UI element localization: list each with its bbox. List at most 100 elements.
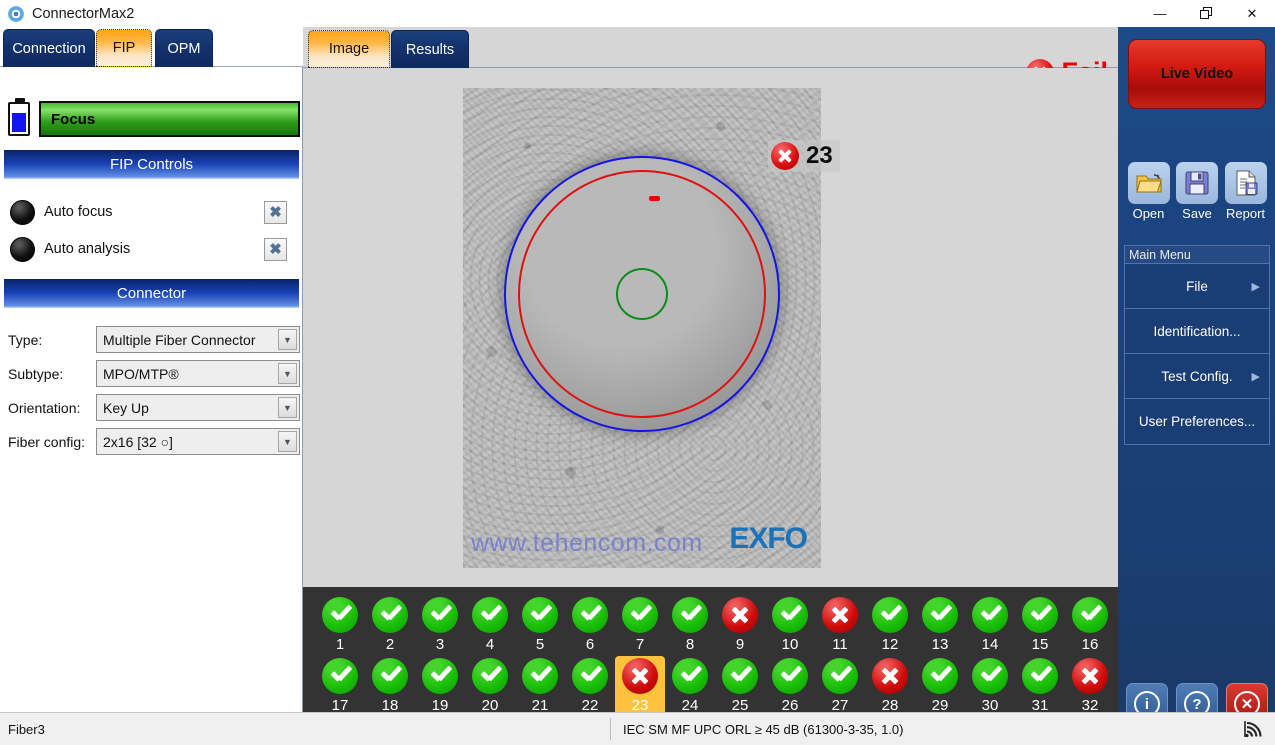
connector-header: Connector: [4, 279, 299, 308]
connector-orientation-select[interactable]: Key Up ▼: [96, 394, 300, 421]
fiber-cell-number: 7: [635, 636, 645, 653]
close-icon[interactable]: ✕: [1229, 0, 1275, 27]
connector-type-row: Type: Multiple Fiber Connector ▼: [8, 324, 300, 355]
menu-item-test-config[interactable]: Test Config. ▶: [1125, 354, 1269, 399]
menu-item-file[interactable]: File ▶: [1125, 264, 1269, 309]
auto-focus-led-icon: [10, 199, 35, 225]
fiber-cell-28[interactable]: 28: [865, 656, 915, 717]
fiber-cell-31[interactable]: 31: [1015, 656, 1065, 717]
chevron-down-icon[interactable]: ▼: [278, 397, 297, 418]
fiber-cell-number: 8: [685, 636, 695, 653]
tab-image[interactable]: Image: [308, 30, 390, 68]
fiber-cell-number: 15: [1031, 636, 1049, 653]
fiber-image-area[interactable]: www.tehencom.com EXFO 23: [303, 68, 1118, 587]
fiber-cell-8[interactable]: 8: [665, 595, 715, 656]
floppy-disk-icon: [1176, 162, 1218, 204]
fiber-cell-14[interactable]: 14: [965, 595, 1015, 656]
minimize-icon[interactable]: —: [1137, 0, 1183, 27]
menu-item-user-preferences[interactable]: User Preferences...: [1125, 399, 1269, 444]
chevron-down-icon[interactable]: ▼: [278, 329, 297, 350]
menu-item-identification[interactable]: Identification...: [1125, 309, 1269, 354]
fiber-cell-27[interactable]: 27: [815, 656, 865, 717]
menu-item-file-label: File: [1186, 278, 1208, 294]
fiber-cell-30[interactable]: 30: [965, 656, 1015, 717]
tab-opm[interactable]: OPM: [155, 29, 213, 67]
pass-check-icon: [422, 597, 458, 633]
fiber-cell-20[interactable]: 20: [465, 656, 515, 717]
open-button[interactable]: Open: [1126, 162, 1171, 221]
open-label: Open: [1132, 206, 1165, 221]
pass-check-icon: [872, 597, 908, 633]
restore-icon[interactable]: [1183, 0, 1229, 27]
fiber-cell-number: 12: [881, 636, 899, 653]
connector-subtype-value: MPO/MTP®: [103, 365, 179, 382]
connector-orientation-row: Orientation: Key Up ▼: [8, 392, 300, 423]
fiber-cell-24[interactable]: 24: [665, 656, 715, 717]
pass-check-icon: [822, 658, 858, 694]
fiber-cell-7[interactable]: 7: [615, 595, 665, 656]
fiber-cell-10[interactable]: 10: [765, 595, 815, 656]
fiber-cell-2[interactable]: 2: [365, 595, 415, 656]
fiber-cell-29[interactable]: 29: [915, 656, 965, 717]
connector-orientation-value: Key Up: [103, 399, 149, 416]
fiber-cell-25[interactable]: 25: [715, 656, 765, 717]
fiber-cell-6[interactable]: 6: [565, 595, 615, 656]
fiber-cell-16[interactable]: 16: [1065, 595, 1115, 656]
fiber-config-select[interactable]: 2x16 [32 ○] ▼: [96, 428, 300, 455]
live-video-button[interactable]: Live Video: [1128, 39, 1266, 109]
auto-analysis-close-icon[interactable]: ✖: [264, 237, 287, 261]
auto-focus-close-icon[interactable]: ✖: [264, 200, 287, 224]
fail-x-icon: [1072, 658, 1108, 694]
center-tab-bar: Image Results Fail: [303, 27, 1118, 87]
pass-check-icon: [572, 597, 608, 633]
fiber-cell-18[interactable]: 18: [365, 656, 415, 717]
fiber-cell-3[interactable]: 3: [415, 595, 465, 656]
pass-check-icon: [672, 597, 708, 633]
fiber-cell-22[interactable]: 22: [565, 656, 615, 717]
signal-icon[interactable]: [1231, 719, 1275, 739]
fiber-cell-32[interactable]: 32: [1065, 656, 1115, 717]
fiber-cell-15[interactable]: 15: [1015, 595, 1065, 656]
fiber-cell-12[interactable]: 12: [865, 595, 915, 656]
fiber-cell-11[interactable]: 11: [815, 595, 865, 656]
pass-check-icon: [622, 597, 658, 633]
title-bar: ConnectorMax2 — ✕: [0, 0, 1275, 27]
tab-fip[interactable]: FIP: [96, 29, 152, 67]
report-button[interactable]: Report: [1223, 162, 1268, 221]
fiber-cell-5[interactable]: 5: [515, 595, 565, 656]
focus-bar: Focus: [39, 101, 300, 137]
connector-type-select[interactable]: Multiple Fiber Connector ▼: [96, 326, 300, 353]
pass-check-icon: [972, 597, 1008, 633]
fiber-cell-13[interactable]: 13: [915, 595, 965, 656]
tab-connection[interactable]: Connection: [3, 29, 95, 67]
fiber-cell-21[interactable]: 21: [515, 656, 565, 717]
main-menu-header: Main Menu: [1124, 245, 1270, 263]
fiber-cell-1[interactable]: 1: [315, 595, 365, 656]
menu-item-identification-label: Identification...: [1153, 323, 1241, 339]
pass-check-icon: [722, 658, 758, 694]
connector-type-label: Type:: [8, 331, 43, 348]
fiber-cell-4[interactable]: 4: [465, 595, 515, 656]
fiber-cell-26[interactable]: 26: [765, 656, 815, 717]
window-title: ConnectorMax2: [32, 5, 135, 22]
pass-check-icon: [472, 597, 508, 633]
tab-results[interactable]: Results: [391, 30, 469, 68]
menu-item-test-config-label: Test Config.: [1161, 368, 1233, 384]
pass-check-icon: [472, 658, 508, 694]
connector-subtype-select[interactable]: MPO/MTP® ▼: [96, 360, 300, 387]
chevron-right-icon: ▶: [1251, 370, 1260, 383]
fiber-cell-19[interactable]: 19: [415, 656, 465, 717]
save-button[interactable]: Save: [1175, 162, 1220, 221]
fiber-cell-23[interactable]: 23: [615, 656, 665, 717]
fiber-cell-number: 9: [735, 636, 745, 653]
chevron-down-icon[interactable]: ▼: [278, 431, 297, 452]
fail-x-icon: [822, 597, 858, 633]
fiber-cell-17[interactable]: 17: [315, 656, 365, 717]
fiber-config-row: Fiber config: 2x16 [32 ○] ▼: [8, 426, 300, 457]
auto-analysis-led-icon: [10, 236, 35, 262]
pass-check-icon: [772, 658, 808, 694]
fiber-cell-9[interactable]: 9: [715, 595, 765, 656]
fiber-cell-number: 3: [435, 636, 445, 653]
fiber-cell-number: 13: [931, 636, 949, 653]
chevron-down-icon[interactable]: ▼: [278, 363, 297, 384]
